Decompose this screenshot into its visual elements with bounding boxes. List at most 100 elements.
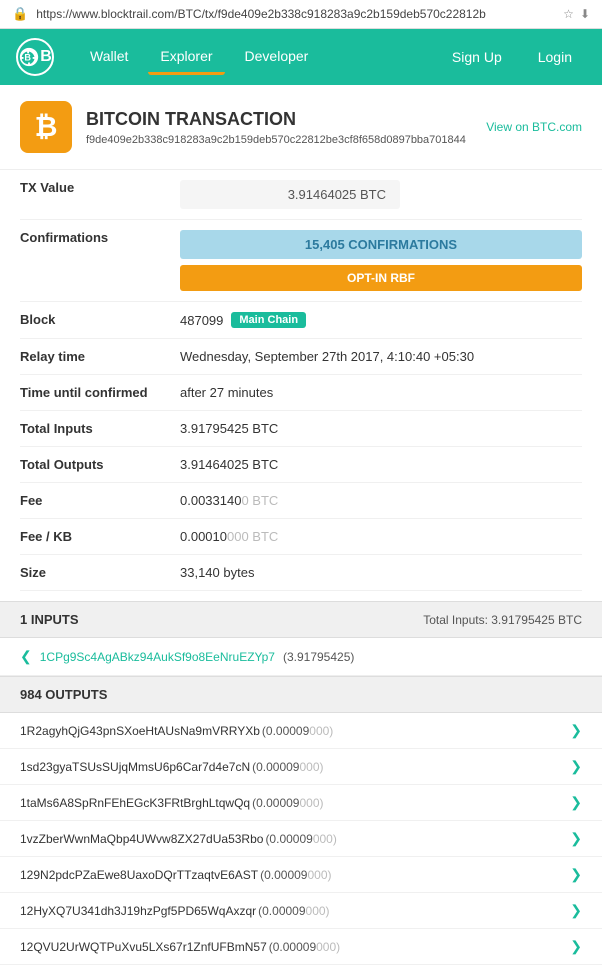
output-address[interactable]: 12HyXQ7U341dh3J19hzPgf5PD65WqAxzqr: [20, 904, 256, 918]
fee-main: 0.0033140: [180, 493, 241, 508]
output-amount: (0.00009000): [252, 796, 323, 810]
main-content: ₿ BITCOIN TRANSACTION f9de409e2b338c9182…: [0, 85, 602, 965]
time-until-value: after 27 minutes: [180, 385, 582, 400]
tx-value-row: TX Value 3.91464025 BTC: [20, 170, 582, 220]
rbf-box: OPT-IN RBF: [180, 265, 582, 291]
btc-symbol: ₿: [35, 111, 58, 143]
outputs-list: 1R2agyhQjG43pnSXoeHtAUsNa9mVRRYXb (0.000…: [0, 713, 602, 965]
fee-label: Fee: [20, 493, 180, 508]
tx-header: ₿ BITCOIN TRANSACTION f9de409e2b338c9182…: [0, 85, 602, 170]
inputs-section-header: 1 INPUTS Total Inputs: 3.91795425 BTC: [0, 601, 602, 638]
output-row[interactable]: 1R2agyhQjG43pnSXoeHtAUsNa9mVRRYXb (0.000…: [0, 713, 602, 749]
nav-explorer[interactable]: Explorer: [148, 40, 224, 75]
tx-title: BITCOIN TRANSACTION: [86, 109, 466, 130]
output-row[interactable]: 129N2pdcPZaEwe8UaxoDQrTTzaqtvE6AST (0.00…: [0, 857, 602, 893]
chevron-right-icon: ❯: [570, 722, 582, 739]
output-left: 1taMs6A8SpRnFEhEGcK3FRtBrghLtqwQq (0.000…: [20, 796, 570, 810]
output-amount: (0.00009000): [262, 724, 333, 738]
total-outputs-row: Total Outputs 3.91464025 BTC: [20, 447, 582, 483]
block-label: Block: [20, 312, 180, 327]
input-amount: (3.91795425): [283, 650, 354, 664]
chevron-right-icon: ❯: [570, 938, 582, 955]
input-item[interactable]: ❮ 1CPg9Sc4AgABkz94AukSf9o8EeNruEZYp7 (3.…: [0, 638, 602, 676]
output-row[interactable]: 12HyXQ7U341dh3J19hzPgf5PD65WqAxzqr (0.00…: [0, 893, 602, 929]
fee-kb-value: 0.00010000 BTC: [180, 529, 582, 544]
output-address[interactable]: 1vzZberWwnMaQbp4UWvw8ZX27dUa53Rbo: [20, 832, 263, 846]
view-btc-link[interactable]: View on BTC.com: [486, 120, 582, 134]
confirmations-box: 15,405 CONFIRMATIONS: [180, 230, 582, 259]
output-address[interactable]: 129N2pdcPZaEwe8UaxoDQrTTzaqtvE6AST: [20, 868, 258, 882]
fee-kb-dim: 000 BTC: [227, 529, 278, 544]
total-outputs-value: 3.91464025 BTC: [180, 457, 582, 472]
svg-text:B: B: [25, 53, 32, 63]
total-outputs-label: Total Outputs: [20, 457, 180, 472]
tx-header-left: ₿ BITCOIN TRANSACTION f9de409e2b338c9182…: [20, 101, 466, 153]
chevron-right-icon: ❯: [570, 758, 582, 775]
main-chain-badge: Main Chain: [231, 312, 306, 328]
output-left: 1sd23gyaTSUsSUjqMmsU6p6Car7d4e7cN (0.000…: [20, 760, 570, 774]
output-row[interactable]: 12QVU2UrWQTPuXvu5LXs67r1ZnfUFBmN57 (0.00…: [0, 929, 602, 965]
output-address[interactable]: 12QVU2UrWQTPuXvu5LXs67r1ZnfUFBmN57: [20, 940, 267, 954]
relay-time-value: Wednesday, September 27th 2017, 4:10:40 …: [180, 349, 582, 364]
navbar: B B Wallet Explorer Developer Sign Up Lo…: [0, 29, 602, 85]
time-until-label: Time until confirmed: [20, 385, 180, 400]
chevron-right-icon: ❯: [570, 866, 582, 883]
output-amount: (0.00009000): [269, 940, 340, 954]
outputs-section-header: 984 OUTPUTS: [0, 676, 602, 713]
input-address[interactable]: 1CPg9Sc4AgABkz94AukSf9o8EeNruEZYp7: [40, 650, 275, 664]
output-left: 1R2agyhQjG43pnSXoeHtAUsNa9mVRRYXb (0.000…: [20, 724, 570, 738]
total-inputs-label: Total Inputs: [20, 421, 180, 436]
inputs-title: 1 INPUTS: [20, 612, 79, 627]
fee-row: Fee 0.00331400 BTC: [20, 483, 582, 519]
chevron-left-icon: ❮: [20, 648, 32, 665]
tx-value-value: 3.91464025 BTC: [180, 180, 582, 209]
bookmark-icon[interactable]: ☆: [563, 7, 574, 21]
relay-time-row: Relay time Wednesday, September 27th 201…: [20, 339, 582, 375]
output-left: 12QVU2UrWQTPuXvu5LXs67r1ZnfUFBmN57 (0.00…: [20, 940, 570, 954]
block-row: Block 487099 Main Chain: [20, 302, 582, 339]
logo-icon: B: [18, 46, 40, 68]
output-row[interactable]: 1sd23gyaTSUsSUjqMmsU6p6Car7d4e7cN (0.000…: [0, 749, 602, 785]
login-button[interactable]: Login: [524, 41, 586, 73]
logo[interactable]: B B: [16, 38, 54, 76]
fee-dim: 0 BTC: [241, 493, 278, 508]
url-actions: ☆ ⬇: [563, 7, 590, 21]
relay-time-label: Relay time: [20, 349, 180, 364]
confirmations-label: Confirmations: [20, 230, 180, 245]
fee-kb-row: Fee / KB 0.00010000 BTC: [20, 519, 582, 555]
output-address[interactable]: 1taMs6A8SpRnFEhEGcK3FRtBrghLtqwQq: [20, 796, 250, 810]
tx-info: BITCOIN TRANSACTION f9de409e2b338c918283…: [86, 109, 466, 146]
block-value: 487099 Main Chain: [180, 312, 582, 328]
inputs-total: Total Inputs: 3.91795425 BTC: [423, 613, 582, 627]
size-label: Size: [20, 565, 180, 580]
output-address[interactable]: 1R2agyhQjG43pnSXoeHtAUsNa9mVRRYXb: [20, 724, 260, 738]
output-left: 12HyXQ7U341dh3J19hzPgf5PD65WqAxzqr (0.00…: [20, 904, 570, 918]
fee-value: 0.00331400 BTC: [180, 493, 582, 508]
chevron-right-icon: ❯: [570, 902, 582, 919]
output-row[interactable]: 1vzZberWwnMaQbp4UWvw8ZX27dUa53Rbo (0.000…: [0, 821, 602, 857]
url-bar: 🔒 https://www.blocktrail.com/BTC/tx/f9de…: [0, 0, 602, 29]
output-address[interactable]: 1sd23gyaTSUsSUjqMmsU6p6Car7d4e7cN: [20, 760, 250, 774]
confirmations-row: Confirmations 15,405 CONFIRMATIONS OPT-I…: [20, 220, 582, 302]
details-table: TX Value 3.91464025 BTC Confirmations 15…: [0, 170, 602, 601]
download-icon[interactable]: ⬇: [580, 7, 590, 21]
outputs-title: 984 OUTPUTS: [20, 687, 107, 702]
confirmations-value: 15,405 CONFIRMATIONS OPT-IN RBF: [180, 230, 582, 291]
signup-button[interactable]: Sign Up: [438, 41, 516, 73]
nav-links: Wallet Explorer Developer: [78, 40, 438, 75]
time-until-row: Time until confirmed after 27 minutes: [20, 375, 582, 411]
output-row[interactable]: 1taMs6A8SpRnFEhEGcK3FRtBrghLtqwQq (0.000…: [0, 785, 602, 821]
total-inputs-row: Total Inputs 3.91795425 BTC: [20, 411, 582, 447]
tx-hash: f9de409e2b338c918283a9c2b159deb570c22812…: [86, 134, 466, 146]
lock-icon: 🔒: [12, 6, 28, 22]
nav-wallet[interactable]: Wallet: [78, 40, 140, 75]
nav-developer[interactable]: Developer: [233, 40, 321, 75]
output-amount: (0.00009000): [252, 760, 323, 774]
total-inputs-value: 3.91795425 BTC: [180, 421, 582, 436]
output-left: 129N2pdcPZaEwe8UaxoDQrTTzaqtvE6AST (0.00…: [20, 868, 570, 882]
btc-icon: ₿: [20, 101, 72, 153]
fee-kb-main: 0.00010: [180, 529, 227, 544]
output-amount: (0.00009000): [265, 832, 336, 846]
fee-kb-label: Fee / KB: [20, 529, 180, 544]
output-left: 1vzZberWwnMaQbp4UWvw8ZX27dUa53Rbo (0.000…: [20, 832, 570, 846]
